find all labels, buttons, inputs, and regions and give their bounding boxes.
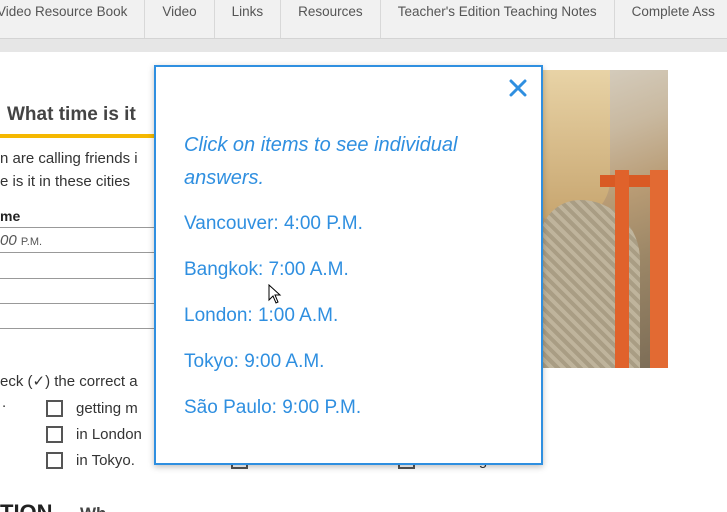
sample-answer: 00 P.M.	[0, 232, 42, 249]
answer-line	[0, 252, 170, 253]
close-icon	[509, 79, 527, 97]
option-label: in Tokyo.	[76, 452, 135, 469]
answers-popup: Click on items to see individual answers…	[154, 65, 543, 465]
time-column-header: me	[0, 208, 21, 224]
sample-answer-suffix: P.M.	[20, 236, 43, 248]
instruction-line-1: n are calling friends i	[0, 150, 138, 167]
tab-video[interactable]: Video	[145, 0, 215, 38]
photo-bus-pole	[650, 170, 668, 368]
answer-bangkok[interactable]: Bangkok: 7:00 A.M.	[184, 259, 349, 281]
toolbar-divider	[0, 39, 727, 52]
item-number: .	[2, 394, 7, 411]
instruction-line-2: e is it in these cities	[0, 173, 131, 190]
answer-line	[0, 328, 170, 329]
option-row[interactable]: in Tokyo.	[46, 452, 135, 469]
answer-line	[0, 303, 170, 304]
checkbox[interactable]	[46, 400, 63, 417]
option-row[interactable]: in London	[46, 426, 142, 443]
answer-line	[0, 227, 170, 228]
option-row[interactable]: getting m	[46, 400, 138, 417]
exercise-heading: What time is it	[7, 104, 136, 125]
sample-answer-time: 00	[0, 232, 17, 249]
answer-vancouver[interactable]: Vancouver: 4:00 P.M.	[184, 213, 363, 235]
checkbox[interactable]	[46, 452, 63, 469]
checkbox[interactable]	[46, 426, 63, 443]
tab-resources[interactable]: Resources	[281, 0, 381, 38]
answer-london[interactable]: London: 1:00 A.M.	[184, 305, 338, 327]
close-button[interactable]	[507, 77, 529, 99]
mouse-cursor-icon	[268, 284, 282, 304]
popup-hint: Click on items to see individual answers…	[184, 134, 458, 189]
answer-tokyo[interactable]: Tokyo: 9:00 A.M.	[184, 351, 324, 373]
tab-video-resource-book[interactable]: Video Resource Book	[0, 0, 146, 38]
section-title: TION	[0, 500, 53, 512]
check-instruction: eck (✓) the correct a	[0, 373, 138, 390]
option-label: getting m	[76, 400, 138, 417]
woman-photo	[540, 70, 668, 368]
answer-line	[0, 278, 170, 279]
tab-teaching-notes[interactable]: Teacher's Edition Teaching Notes	[381, 0, 615, 38]
section-subtitle: Wh	[80, 504, 106, 512]
photo-hair	[540, 70, 610, 220]
top-tab-bar: Video Resource Book Video Links Resource…	[0, 0, 727, 39]
tab-links[interactable]: Links	[215, 0, 282, 38]
answer-sao-paulo[interactable]: São Paulo: 9:00 P.M.	[184, 397, 361, 419]
photo-bus-pole	[615, 170, 629, 368]
tab-complete-assessment[interactable]: Complete Ass	[615, 0, 727, 38]
option-label: in London	[76, 426, 142, 443]
